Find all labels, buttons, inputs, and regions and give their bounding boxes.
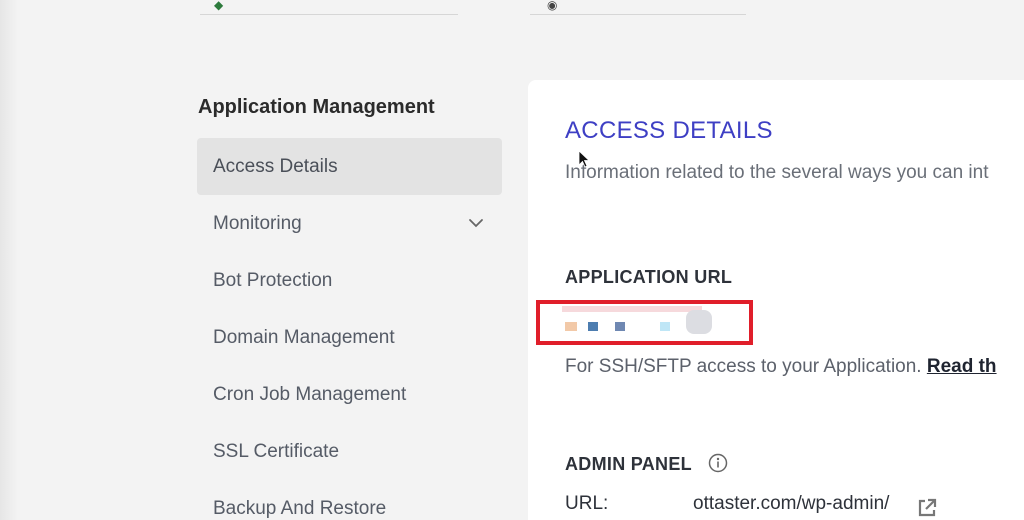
sidebar-item-label: Cron Job Management [213,383,407,405]
admin-url-value[interactable]: ottaster.com/wp-admin/ [693,493,889,515]
sidebar-item-access-details[interactable]: Access Details [197,138,502,195]
chevron-down-icon[interactable] [468,215,484,231]
page-description: Information related to the several ways … [565,162,989,183]
sidebar-item-ssl-certificate[interactable]: SSL Certificate [197,423,502,480]
mouse-cursor-icon [578,150,590,168]
app-icon[interactable]: ◆ [214,0,223,11]
sidebar-item-label: Access Details [213,155,338,177]
sidebar-item-backup-and-restore[interactable]: Backup And Restore [197,480,502,520]
window-edge-shadow [0,0,18,520]
info-icon[interactable] [708,453,728,473]
sidebar-item-cron-job-management[interactable]: Cron Job Management [197,366,502,423]
sidebar-item-label: Bot Protection [213,269,333,291]
admin-url-label: URL: [565,493,609,514]
ssh-access-note: For SSH/SFTP access to your Application.… [565,356,997,378]
application-url-label: APPLICATION URL [565,267,733,287]
ssh-note-text: For SSH/SFTP access to your Application. [565,356,922,377]
sidebar-item-label: Monitoring [213,212,302,234]
sidebar-item-domain-management[interactable]: Domain Management [197,309,502,366]
sidebar-item-label: Backup And Restore [213,497,387,519]
sidebar: Access Details Monitoring Bot Protection… [197,138,502,520]
admin-panel-label: ADMIN PANEL [565,454,692,474]
top-card-divider [530,14,746,15]
sidebar-item-bot-protection[interactable]: Bot Protection [197,252,502,309]
external-link-icon[interactable] [916,497,938,519]
wordpress-icon[interactable]: ◉ [547,0,557,11]
section-heading: Application Management [198,96,435,118]
read-more-link[interactable]: Read th [927,356,997,377]
top-card-divider [200,14,458,15]
page-title: ACCESS DETAILS [565,117,773,144]
sidebar-item-label: SSL Certificate [213,440,340,462]
sidebar-item-label: Domain Management [213,326,395,348]
sidebar-item-monitoring[interactable]: Monitoring [197,195,502,252]
